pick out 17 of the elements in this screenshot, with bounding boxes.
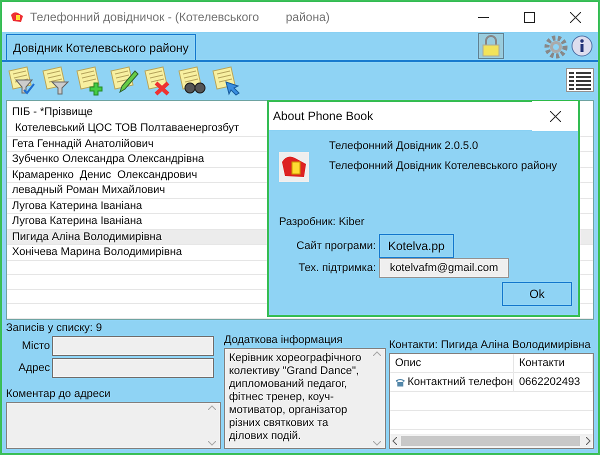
contacts-label: Контакти: Пигида Аліна Володимирівна (389, 339, 592, 351)
version-text: Телефонний Довідник 2.0.5.0 (329, 140, 480, 152)
list-header: ПІБ - *Прізвище (11, 105, 93, 120)
dialog-title: About Phone Book (273, 109, 374, 123)
product-text: Телефонний Довідник Котелевського району (329, 160, 558, 172)
comment-label: Коментар до адреси (6, 388, 112, 400)
window-title: Телефонний довідничок - (Котелевського района) (30, 10, 331, 24)
extra-info-label: Додаткова інформация (224, 334, 344, 346)
support-label: Тех. підтримка: (298, 262, 377, 274)
city-label: Місто (20, 340, 50, 352)
table-cell: 0662202493 (514, 373, 593, 391)
table-cell: Контактний телефон (390, 373, 514, 391)
record-count: Записів у списку: 9 (6, 322, 104, 334)
site-label: Сайт програми: (295, 240, 377, 252)
address-label: Адрес (18, 362, 50, 374)
extra-info-text: Керівник хореографічного колективу "Grand Dance", дипломований педагог, фітнес тренер, коуч-мотиватор, організатор різних святкових та ділових подій. (229, 352, 362, 443)
developer-text: Разробник: Kiber (279, 216, 366, 228)
